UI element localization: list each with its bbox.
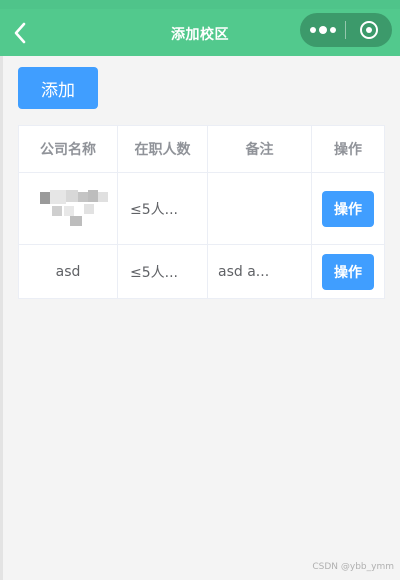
add-button[interactable]: 添加 — [18, 67, 98, 109]
target-close-icon — [360, 21, 378, 39]
company-cell: asd — [19, 245, 118, 299]
table-row: asd ≤5人... asd a... 操作 — [19, 245, 384, 299]
row-action-button[interactable]: 操作 — [322, 254, 374, 290]
mini-program-capsule — [300, 13, 392, 47]
company-cell — [19, 173, 118, 244]
row-action-button[interactable]: 操作 — [322, 190, 374, 227]
staff-cell: ≤5人... — [118, 173, 208, 244]
more-dots-icon[interactable] — [300, 13, 345, 47]
header-staff: 在职人数 — [118, 126, 208, 172]
table-header-row: 公司名称 在职人数 备注 操作 — [19, 126, 384, 173]
action-cell: 操作 — [312, 245, 384, 299]
note-cell: asd a... — [208, 245, 312, 299]
note-cell — [208, 173, 312, 244]
watermark: CSDN @ybb_ymm — [312, 562, 394, 572]
close-mini-program-button[interactable] — [346, 13, 392, 47]
left-edge — [0, 0, 3, 580]
table-row: ≤5人... 操作 — [19, 173, 384, 245]
nav-bar: 添加校区 — [0, 0, 400, 56]
staff-cell: ≤5人... — [118, 245, 208, 299]
header-note: 备注 — [208, 126, 312, 172]
header-action: 操作 — [334, 142, 362, 158]
redacted-company-name — [28, 184, 108, 234]
campus-table: 公司名称 在职人数 备注 操作 ≤5人... 操作 asd ≤5人... asd… — [18, 125, 385, 299]
header-company: 公司名称 — [19, 126, 118, 172]
action-cell: 操作 — [312, 173, 384, 244]
